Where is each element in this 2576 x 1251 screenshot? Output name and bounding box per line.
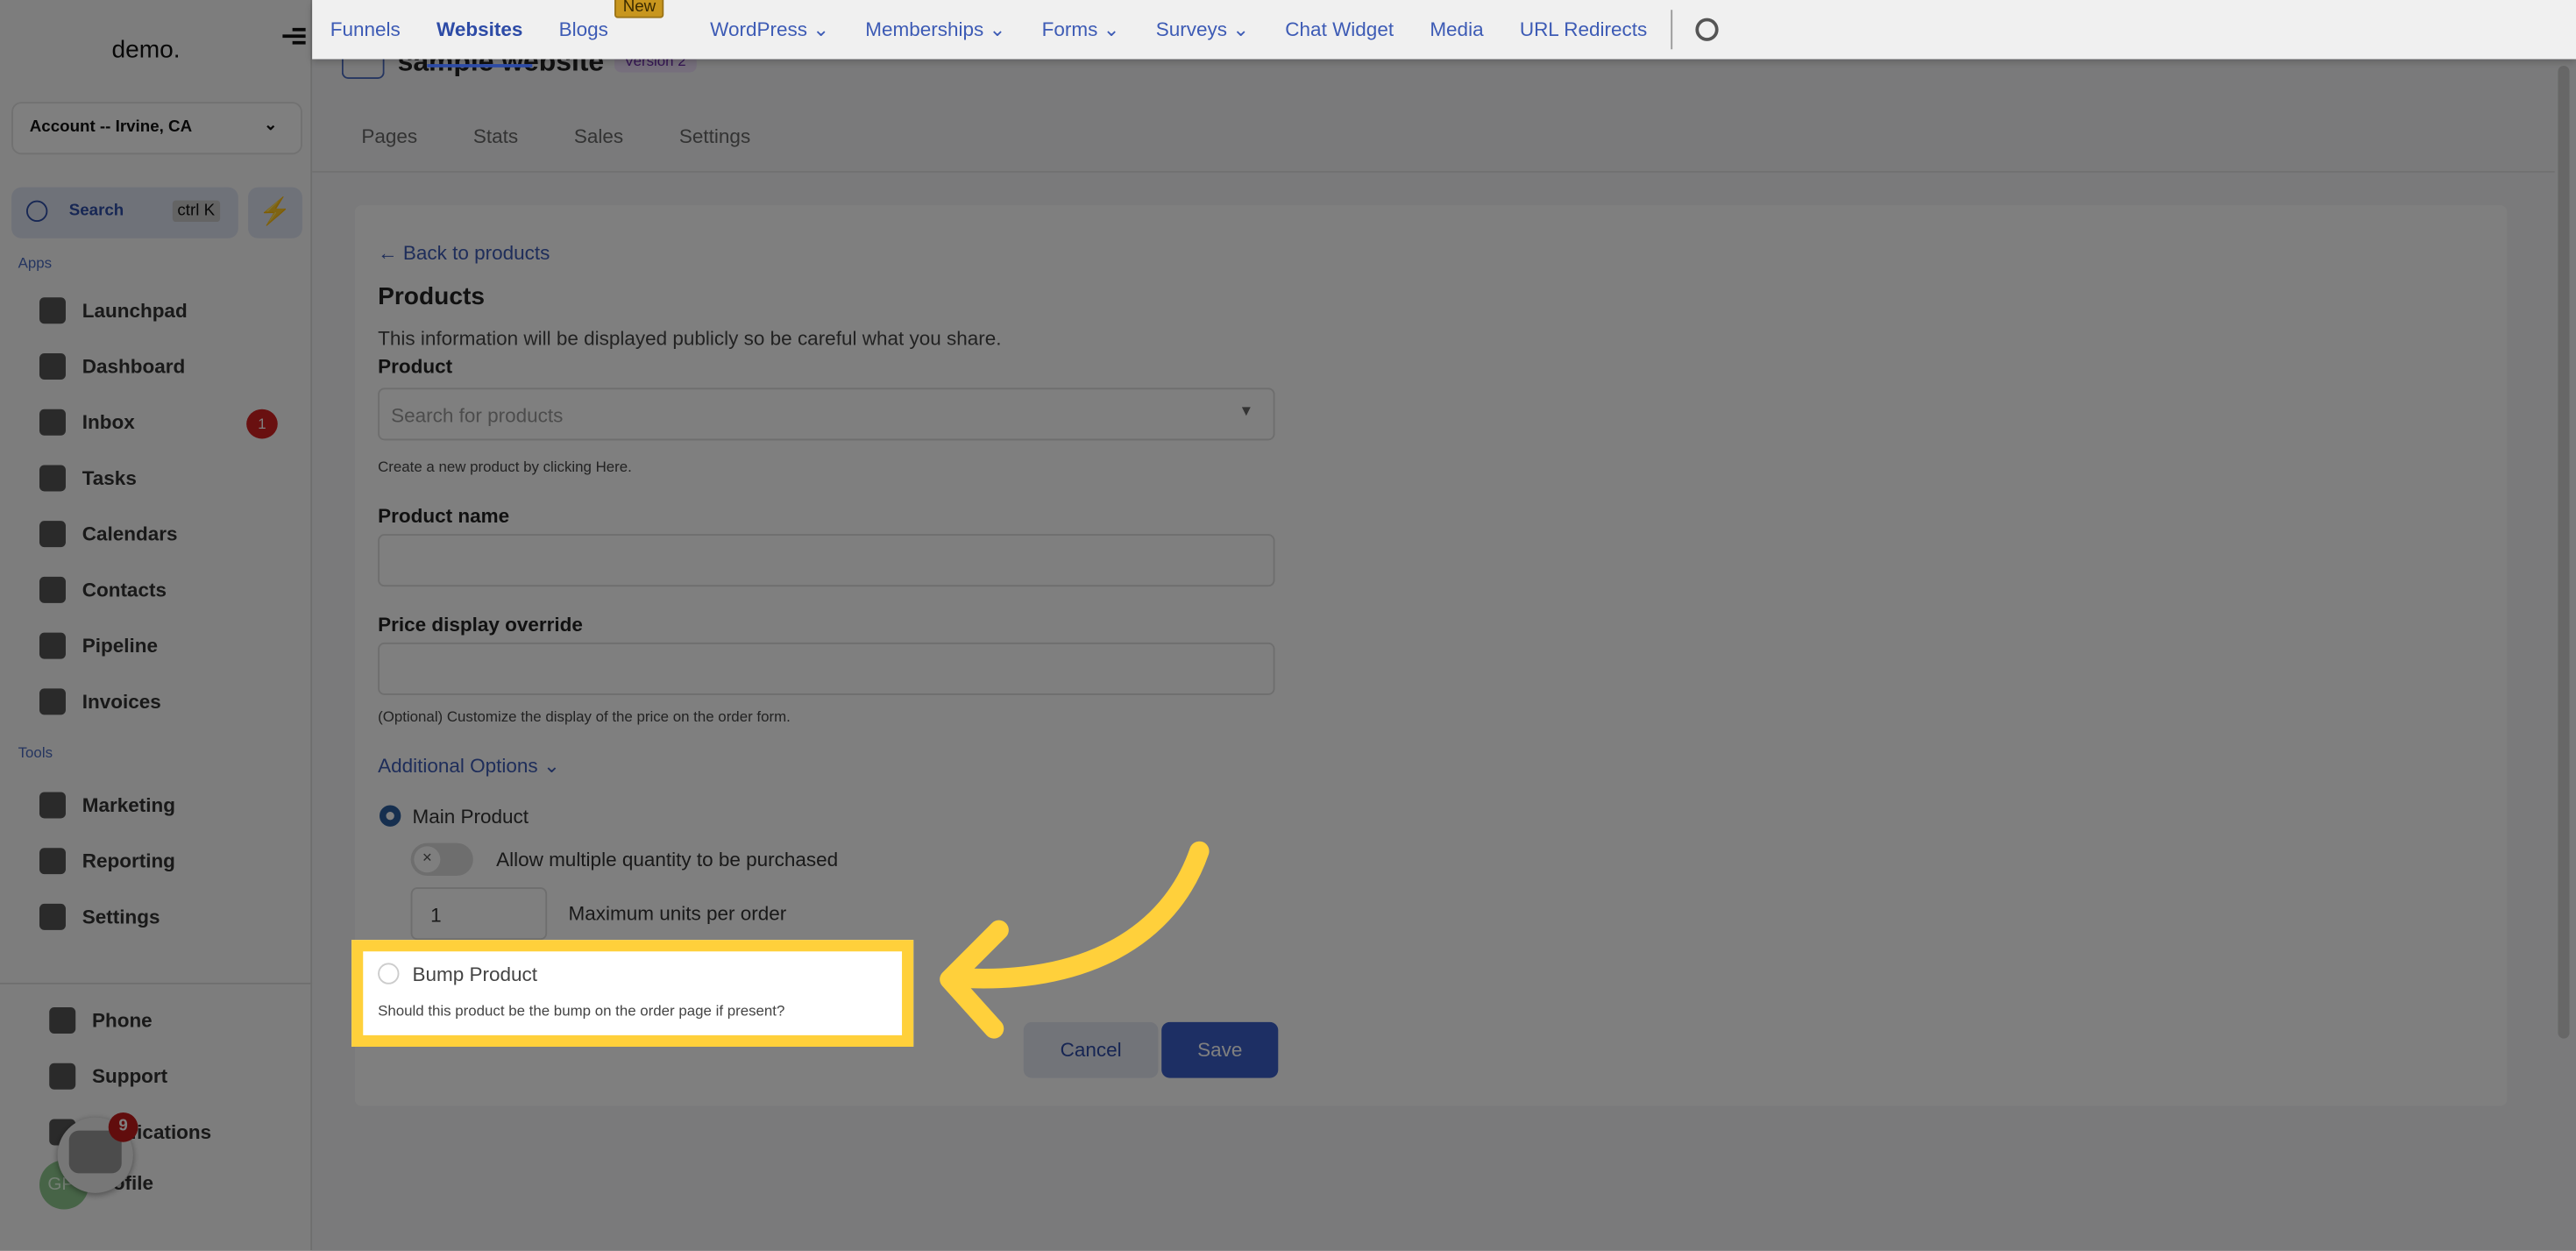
annotation-arrow bbox=[940, 841, 1210, 1039]
arrow-curve bbox=[946, 841, 1210, 989]
